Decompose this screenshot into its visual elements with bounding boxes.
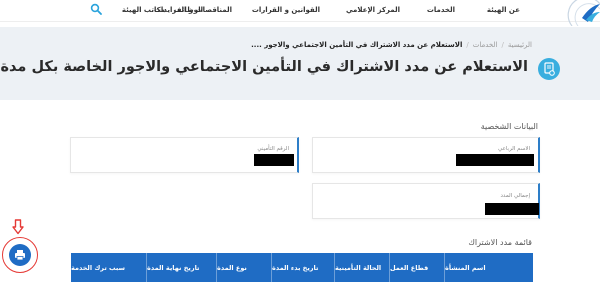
page-header: الرئيسية/الخدمات/الاستعلام عن مدد الاشتر… xyxy=(0,27,600,100)
personal-info-heading: البيانات الشخصية xyxy=(480,122,538,131)
column-header-insurance-status: الحالة التأمينية xyxy=(334,253,389,282)
search-icon[interactable] xyxy=(90,3,102,15)
title-badge xyxy=(538,58,560,80)
periods-table-header: اسم المنشأة قطاع العمل الحالة التأمينية … xyxy=(71,253,533,282)
page-title: الاستعلام عن مدد الاشتراك في التأمين الا… xyxy=(0,59,528,75)
full-name-redacted-value xyxy=(456,154,534,166)
total-period-redacted-value xyxy=(485,203,539,215)
column-header-start-date: تاريخ بدء المدة xyxy=(271,253,334,282)
breadcrumb: الرئيسية/الخدمات/الاستعلام عن مدد الاشتر… xyxy=(251,41,532,49)
periods-heading: قائمة مدد الاشتراك xyxy=(468,238,532,247)
nav-item-offices[interactable]: مكاتب الهيئة xyxy=(122,6,165,14)
breadcrumb-home[interactable]: الرئيسية xyxy=(508,41,532,49)
document-check-icon xyxy=(544,62,555,76)
nav-item-jobs[interactable]: الوظائف xyxy=(173,6,203,14)
breadcrumb-current: الاستعلام عن مدد الاشتراك في التأمين الا… xyxy=(251,41,463,49)
nav-item-services[interactable]: الخدمات xyxy=(427,6,455,14)
breadcrumb-separator: / xyxy=(501,41,504,49)
insurance-number-field: الرقم التأميني xyxy=(70,137,299,173)
top-navigation: عن الهيئة الخدمات المركز الإعلامي القوان… xyxy=(0,0,600,26)
nav-item-about[interactable]: عن الهيئة xyxy=(487,6,520,14)
column-header-end-date: تاريخ نهاية المدة xyxy=(146,253,216,282)
total-period-label: إجمالي المدد xyxy=(500,193,530,199)
column-header-period-type: نوع المدة xyxy=(216,253,271,282)
print-icon xyxy=(15,250,25,261)
logo[interactable] xyxy=(566,0,600,26)
total-period-field: إجمالي المدد xyxy=(312,183,540,219)
breadcrumb-services[interactable]: الخدمات xyxy=(473,41,498,49)
insurance-number-label: الرقم التأميني xyxy=(257,146,289,152)
full-name-label: الاسم الرباعي xyxy=(498,146,530,152)
column-header-sector: قطاع العمل xyxy=(389,253,444,282)
nav-item-media-center[interactable]: المركز الإعلامي xyxy=(346,6,400,14)
insurance-number-redacted-value xyxy=(254,154,294,166)
breadcrumb-separator: / xyxy=(466,41,469,49)
print-button[interactable] xyxy=(9,244,31,266)
column-header-leave-reason: سبب ترك الخدمة xyxy=(71,263,125,272)
nav-item-laws[interactable]: القوانين و القرارات xyxy=(252,6,320,14)
full-name-field: الاسم الرباعي xyxy=(312,137,540,173)
down-arrow-icon xyxy=(12,219,24,235)
column-header-establishment: اسم المنشأة xyxy=(444,253,533,282)
